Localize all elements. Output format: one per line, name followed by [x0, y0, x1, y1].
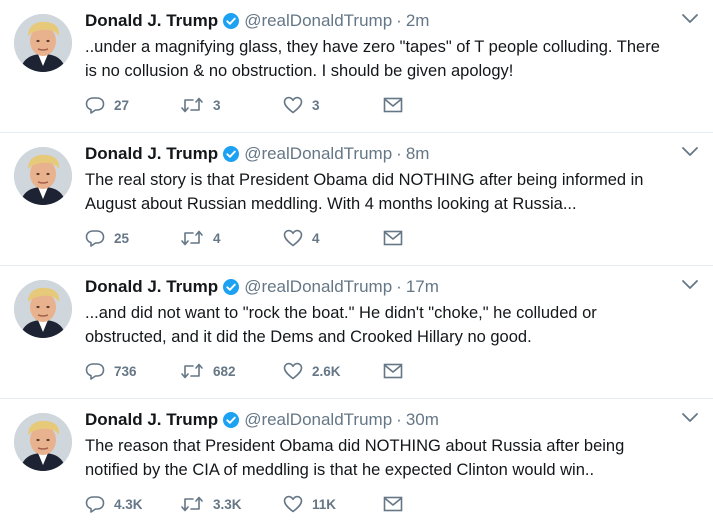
author-handle[interactable]: @realDonaldTrump [244, 144, 392, 164]
timestamp[interactable]: 2m [406, 11, 430, 31]
direct-message-button[interactable] [383, 361, 403, 381]
author-handle[interactable]: @realDonaldTrump [244, 277, 392, 297]
like-count: 2.6K [312, 363, 341, 379]
retweet-button[interactable]: 3.3K [180, 494, 242, 514]
author-name[interactable]: Donald J. Trump [85, 277, 218, 297]
tweet-text: ...and did not want to "rock the boat." … [85, 301, 700, 349]
chevron-down-icon[interactable] [681, 411, 699, 425]
heart-icon [283, 495, 303, 513]
avatar[interactable] [14, 413, 72, 471]
chevron-down-icon[interactable] [681, 278, 699, 292]
tweet-text-line: is no collusion & no obstruction. I shou… [85, 62, 514, 80]
reply-button[interactable]: 4.3K [85, 494, 143, 514]
tweet-text-line: The real story is that President Obama d… [85, 171, 644, 189]
reply-count: 736 [114, 363, 137, 379]
verified-badge-icon [223, 13, 240, 29]
author-name[interactable]: Donald J. Trump [85, 11, 218, 31]
retweet-button[interactable]: 682 [180, 361, 236, 381]
like-count: 11K [312, 496, 337, 512]
tweet-text-line: ..under a magnifying glass, they have ze… [85, 38, 660, 56]
chevron-down-icon[interactable] [681, 12, 699, 26]
reply-button[interactable]: 27 [85, 95, 129, 115]
envelope-icon [383, 230, 403, 246]
retweet-icon [180, 96, 204, 114]
direct-message-button[interactable] [383, 95, 403, 115]
tweet-header: Donald J. Trump @realDonaldTrump · 30m [85, 409, 439, 431]
heart-icon [283, 229, 303, 247]
reply-icon [85, 495, 105, 513]
like-button[interactable]: 2.6K [283, 361, 341, 381]
timestamp[interactable]: 30m [406, 410, 439, 430]
verified-badge-icon [223, 146, 240, 162]
reply-button[interactable]: 736 [85, 361, 137, 381]
tweet-actions: 736 682 2.6K [85, 361, 415, 381]
tweet-text: The real story is that President Obama d… [85, 168, 700, 216]
tweet[interactable]: Donald J. Trump @realDonaldTrump · 2m ..… [0, 0, 713, 133]
tweet-text-line: notified by the CIA of meddling is that … [85, 461, 595, 479]
author-handle[interactable]: @realDonaldTrump [244, 410, 392, 430]
reply-count: 4.3K [114, 496, 143, 512]
tweet-text-line: August about Russian meddling. With 4 mo… [85, 195, 577, 213]
separator-dot: · [396, 410, 402, 429]
reply-icon [85, 96, 105, 114]
timestamp[interactable]: 17m [406, 277, 439, 297]
separator-dot: · [396, 11, 402, 30]
tweet-actions: 27 3 3 [85, 95, 415, 115]
timestamp[interactable]: 8m [406, 144, 430, 164]
separator-dot: · [396, 144, 402, 163]
tweet-actions: 4.3K 3.3K 11K [85, 494, 415, 514]
heart-icon [283, 96, 303, 114]
envelope-icon [383, 97, 403, 113]
retweet-icon [180, 229, 204, 247]
like-count: 3 [312, 97, 320, 113]
retweet-count: 3.3K [213, 496, 242, 512]
tweet-header: Donald J. Trump @realDonaldTrump · 17m [85, 276, 439, 298]
retweet-icon [180, 495, 204, 513]
reply-count: 25 [114, 230, 130, 246]
chevron-down-icon[interactable] [681, 145, 699, 159]
tweet-text-line: The reason that President Obama did NOTH… [85, 437, 625, 455]
tweet[interactable]: Donald J. Trump @realDonaldTrump · 30m T… [0, 399, 713, 523]
tweet-text-line: ...and did not want to "rock the boat." … [85, 304, 597, 322]
author-name[interactable]: Donald J. Trump [85, 144, 218, 164]
direct-message-button[interactable] [383, 228, 403, 248]
tweet-header: Donald J. Trump @realDonaldTrump · 8m [85, 143, 429, 165]
separator-dot: · [396, 277, 402, 296]
like-button[interactable]: 3 [283, 95, 320, 115]
retweet-count: 3 [213, 97, 221, 113]
verified-badge-icon [223, 279, 240, 295]
avatar[interactable] [14, 280, 72, 338]
tweet-header: Donald J. Trump @realDonaldTrump · 2m [85, 10, 429, 32]
tweet[interactable]: Donald J. Trump @realDonaldTrump · 8m Th… [0, 133, 713, 266]
verified-badge-icon [223, 412, 240, 428]
reply-icon [85, 229, 105, 247]
tweet-feed: Donald J. Trump @realDonaldTrump · 2m ..… [0, 0, 713, 523]
like-count: 4 [312, 230, 320, 246]
like-button[interactable]: 4 [283, 228, 320, 248]
retweet-button[interactable]: 3 [180, 95, 221, 115]
avatar[interactable] [14, 147, 72, 205]
tweet-text: The reason that President Obama did NOTH… [85, 434, 700, 482]
author-name[interactable]: Donald J. Trump [85, 410, 218, 430]
reply-count: 27 [114, 97, 130, 113]
tweet[interactable]: Donald J. Trump @realDonaldTrump · 17m .… [0, 266, 713, 399]
tweet-actions: 25 4 4 [85, 228, 415, 248]
retweet-count: 682 [213, 363, 236, 379]
reply-icon [85, 362, 105, 380]
envelope-icon [383, 363, 403, 379]
like-button[interactable]: 11K [283, 494, 336, 514]
heart-icon [283, 362, 303, 380]
tweet-text-line: obstructed, and it did the Dems and Croo… [85, 328, 532, 346]
tweet-text: ..under a magnifying glass, they have ze… [85, 35, 700, 83]
envelope-icon [383, 496, 403, 512]
reply-button[interactable]: 25 [85, 228, 129, 248]
retweet-icon [180, 362, 204, 380]
avatar[interactable] [14, 14, 72, 72]
retweet-button[interactable]: 4 [180, 228, 221, 248]
direct-message-button[interactable] [383, 494, 403, 514]
retweet-count: 4 [213, 230, 221, 246]
author-handle[interactable]: @realDonaldTrump [244, 11, 392, 31]
